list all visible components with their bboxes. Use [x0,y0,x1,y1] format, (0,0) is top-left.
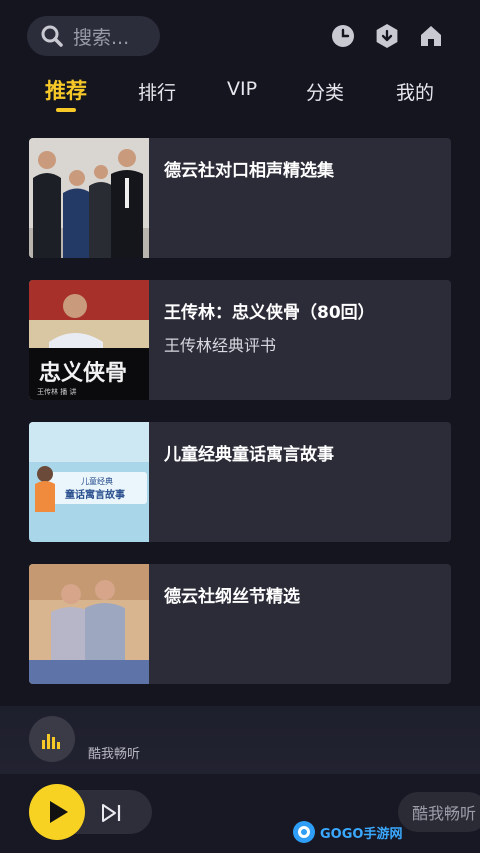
album-card[interactable]: 儿童经典 童话寓言故事 儿童经典童话寓言故事 [29,422,451,542]
album-title: 王传林：忠义侠骨（80回） [164,303,375,323]
album-cover [29,138,149,258]
album-cover: 儿童经典 童话寓言故事 [29,422,149,542]
album-title: 德云社纲丝节精选 [164,587,300,607]
play-icon [50,801,68,823]
tab-bar: 推荐 排行 VIP 分类 我的 [0,72,480,120]
tab-category[interactable]: 分类 [306,78,344,105]
player-avatar [29,716,75,762]
top-bar: 搜索... [0,0,480,70]
album-list: 德云社对口相声精选集 忠义侠骨 王传林 播 讲 王传林：忠义侠骨（80回） 王传… [29,138,451,706]
clock-icon[interactable] [330,23,356,49]
watermark-logo-icon [293,821,315,843]
album-cover [29,564,149,684]
album-title: 德云社对口相声精选集 [164,161,334,181]
cover-title: 忠义侠骨 [39,360,127,386]
watermark-text: GOGO手游网 [320,826,403,842]
side-tag: 酷我畅听 [398,792,480,832]
tab-ranking[interactable]: 排行 [138,78,176,105]
cover-label-top: 儿童经典 [81,476,113,486]
download-icon[interactable] [374,23,400,49]
home-icon[interactable] [418,23,444,49]
tab-vip[interactable]: VIP [227,78,257,100]
album-cover: 忠义侠骨 王传林 播 讲 [29,280,149,400]
tab-mine[interactable]: 我的 [396,78,434,105]
player-track-name: 酷我畅听 [88,747,141,762]
active-tab-indicator [56,108,76,112]
album-card[interactable]: 德云社纲丝节精选 [29,564,451,684]
tab-recommend[interactable]: 推荐 [45,75,87,105]
album-card[interactable]: 忠义侠骨 王传林 播 讲 王传林：忠义侠骨（80回） 王传林经典评书 [29,280,451,400]
album-subtitle: 王传林经典评书 [164,336,277,355]
album-card[interactable]: 德云社对口相声精选集 [29,138,451,258]
search-placeholder: 搜索... [73,26,130,49]
next-track-icon[interactable] [98,800,124,826]
app-screen: 搜索... 推荐 排行 VIP 分类 我的 德云社对口相声精选集 忠义侠骨 王传… [0,0,480,853]
player-controls: 酷我畅听 GOGO手游网 [0,774,480,853]
play-button[interactable] [29,784,85,840]
equalizer-icon [42,734,60,749]
album-title: 儿童经典童话寓言故事 [164,445,334,465]
cover-label-bottom: 童话寓言故事 [65,488,125,501]
search-bar[interactable]: 搜索... [27,16,160,56]
mini-player[interactable]: 酷我畅听 [0,706,480,774]
search-icon [41,25,63,47]
watermark: GOGO手游网 [292,820,402,844]
cover-subtitle: 王传林 播 讲 [37,387,76,396]
